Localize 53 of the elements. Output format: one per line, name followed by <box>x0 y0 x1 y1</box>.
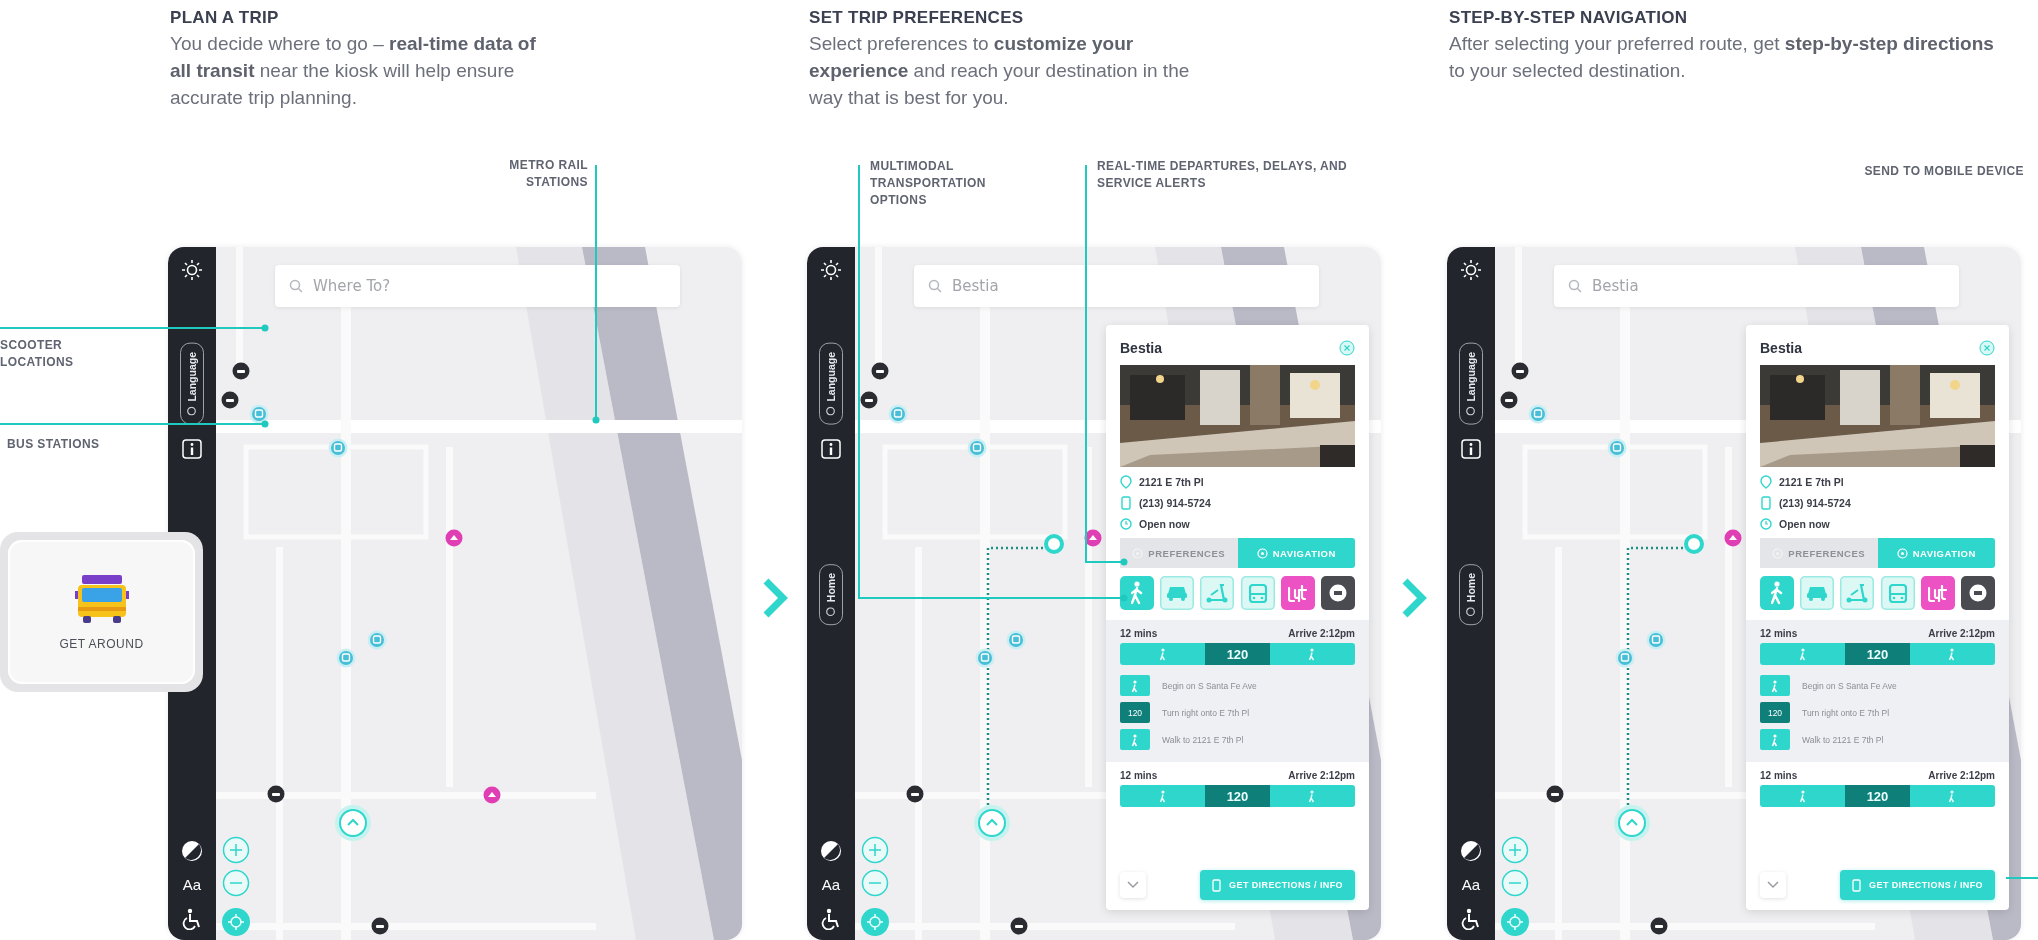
sun-icon[interactable] <box>820 259 842 281</box>
bus-stop-icon[interactable] <box>249 404 269 424</box>
contrast-icon[interactable] <box>1460 840 1482 862</box>
accessibility-icon[interactable] <box>820 908 842 930</box>
search-field[interactable]: Where To? <box>275 265 680 307</box>
search-icon <box>289 279 303 293</box>
scooter-pin-icon[interactable] <box>221 391 239 409</box>
text-size-button[interactable]: Aa <box>182 876 202 894</box>
info-icon[interactable] <box>182 438 202 459</box>
callout-label: SCOOTER LOCATIONS <box>0 337 75 371</box>
globe-icon <box>1466 406 1476 416</box>
panel-description: Select preferences to customize your experience and reach your destination in the way that is best for you. <box>809 32 1191 110</box>
panel-description: You decide where to go – real-time data of all transit near the kiosk will help ensure accurate trip planning. <box>170 32 537 110</box>
scooter-pin-icon[interactable] <box>232 362 250 380</box>
callout-label: MULTIMODAL TRANSPORTATION OPTIONS <box>870 158 987 209</box>
globe-icon <box>826 406 836 416</box>
contrast-icon[interactable] <box>820 840 842 862</box>
map-pin-icon[interactable] <box>483 786 501 804</box>
get-around-tile[interactable]: GET AROUND <box>0 532 203 692</box>
callout-label: SEND TO MOBILE DEVICE <box>1863 163 2024 180</box>
callout-label: BUS STATIONS <box>7 436 101 453</box>
locate-icon[interactable] <box>221 907 251 937</box>
info-icon[interactable] <box>1461 438 1481 459</box>
panel-title: PLAN A TRIP <box>170 8 280 28</box>
sun-icon[interactable] <box>181 259 203 281</box>
zoom-in-icon[interactable] <box>222 836 250 864</box>
scooter-pin-icon[interactable] <box>267 785 285 803</box>
location-marker-icon <box>334 804 372 842</box>
info-icon[interactable] <box>821 438 841 459</box>
scooter-pin-icon[interactable] <box>371 917 389 935</box>
text-size-button[interactable]: Aa <box>821 876 841 894</box>
accessibility-icon[interactable] <box>181 908 203 930</box>
bus-stop-icon[interactable] <box>336 648 356 668</box>
panel-description: After selecting your preferred route, get step-by-step directions to your selected destination. <box>1449 32 1994 83</box>
bus-stop-icon[interactable] <box>367 630 387 650</box>
zoom-out-icon[interactable] <box>222 869 250 897</box>
globe-icon <box>187 406 197 416</box>
panel-title: SET TRIP PREFERENCES <box>809 8 1025 28</box>
home-icon <box>1466 606 1476 616</box>
accessibility-icon[interactable] <box>1460 908 1482 930</box>
chevron-right-icon <box>1401 577 1427 619</box>
text-size-button[interactable]: Aa <box>1461 876 1481 894</box>
bus-stop-icon[interactable] <box>328 438 348 458</box>
home-icon <box>826 606 836 616</box>
callout-label: METRO RAIL STATIONS <box>508 157 588 191</box>
chevron-right-icon <box>761 577 788 619</box>
contrast-icon[interactable] <box>181 840 203 862</box>
map-pin-icon[interactable] <box>445 529 463 547</box>
callout-label: REAL-TIME DEPARTURES, DELAYS, AND SERVICE ALERTS <box>1097 158 1349 192</box>
panel-title: STEP-BY-STEP NAVIGATION <box>1449 8 1689 28</box>
tile-label: GET AROUND <box>59 637 144 651</box>
sun-icon[interactable] <box>1460 259 1482 281</box>
bus-icon <box>73 573 130 625</box>
